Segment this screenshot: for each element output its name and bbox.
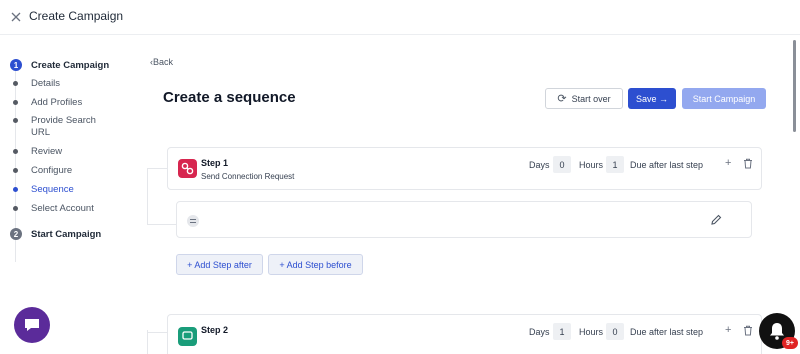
- substep-dot: [13, 118, 18, 123]
- hours-input[interactable]: 0: [606, 323, 624, 340]
- substep-label: Add Profiles: [31, 97, 83, 108]
- due-label: Due after last step: [630, 160, 704, 170]
- substep-dot-active: [13, 187, 18, 192]
- substep-label: Review: [31, 146, 63, 157]
- save-button[interactable]: Save →: [628, 88, 676, 109]
- refresh-icon: ⟳: [557, 93, 567, 105]
- hours-input[interactable]: 1: [606, 156, 624, 173]
- hours-label: Hours: [579, 160, 604, 170]
- link-icon: [178, 159, 197, 178]
- step-action: Send Connection Request: [201, 172, 295, 181]
- substep-label: Sequence: [31, 184, 74, 195]
- message-icon: [178, 327, 197, 346]
- trash-icon[interactable]: [743, 325, 753, 336]
- step-label: Create Campaign: [31, 59, 110, 71]
- step-number-badge: 2: [10, 228, 22, 240]
- pencil-icon[interactable]: [709, 213, 723, 227]
- back-link[interactable]: ‹Back: [150, 57, 173, 67]
- add-step-after-button[interactable]: + Add Step after: [176, 254, 263, 275]
- message-template-card[interactable]: [176, 201, 752, 238]
- substep-label: Configure: [31, 165, 73, 176]
- substep-select-account[interactable]: Select Account: [13, 203, 131, 215]
- substep-details[interactable]: Details: [13, 78, 131, 90]
- substep-add-profiles[interactable]: Add Profiles: [13, 97, 131, 109]
- window-title: Create Campaign: [29, 9, 124, 23]
- connector-line: [147, 330, 148, 354]
- step-number-badge: 1: [10, 59, 22, 71]
- substep-dot: [13, 206, 18, 211]
- days-label: Days: [529, 327, 550, 337]
- substep-dot: [13, 100, 18, 105]
- step-name: Step 1: [201, 158, 229, 168]
- equals-icon: [187, 215, 199, 227]
- substep-provide-search-url[interactable]: Provide Search URL: [13, 115, 109, 139]
- scrollbar-thumb[interactable]: [793, 40, 796, 132]
- start-campaign-button[interactable]: Start Campaign: [682, 88, 766, 109]
- substep-dot: [13, 149, 18, 154]
- back-label: Back: [153, 57, 174, 67]
- due-label: Due after last step: [630, 327, 704, 337]
- connector-line: [147, 332, 167, 333]
- start-over-label: Start over: [571, 93, 611, 104]
- add-icon[interactable]: +: [725, 324, 731, 336]
- step-name: Step 2: [201, 325, 229, 335]
- trash-icon[interactable]: [743, 158, 753, 169]
- days-input[interactable]: 1: [553, 323, 571, 340]
- step-label: Start Campaign: [31, 228, 102, 240]
- stepper-step-create-campaign[interactable]: 1 Create Campaign: [10, 59, 109, 71]
- top-bar: Create Campaign: [0, 0, 800, 35]
- days-input[interactable]: 0: [553, 156, 571, 173]
- chat-icon: [25, 319, 39, 331]
- substep-label: Provide Search URL: [31, 115, 96, 138]
- substep-dot: [13, 81, 18, 86]
- stepper-step-start-campaign[interactable]: 2 Start Campaign: [10, 228, 101, 240]
- substep-sequence[interactable]: Sequence: [13, 184, 131, 196]
- notification-count-badge: 9+: [782, 337, 798, 349]
- connector-line: [147, 168, 148, 224]
- start-over-button[interactable]: ⟳ Start over: [545, 88, 623, 109]
- add-step-before-button[interactable]: + Add Step before: [268, 254, 363, 275]
- page-title: Create a sequence: [163, 89, 296, 106]
- substep-label: Select Account: [31, 203, 94, 214]
- substep-dot: [13, 168, 18, 173]
- substep-review[interactable]: Review: [13, 146, 131, 158]
- sequence-step-card[interactable]: Step 1 Send Connection Request Days 0 Ho…: [167, 147, 762, 190]
- close-icon[interactable]: [8, 9, 24, 25]
- substep-configure[interactable]: Configure: [13, 165, 131, 177]
- days-label: Days: [529, 160, 550, 170]
- connector-line: [147, 224, 176, 225]
- chat-launcher-button[interactable]: [14, 307, 50, 343]
- add-icon[interactable]: +: [725, 157, 731, 169]
- sequence-step-card[interactable]: Step 2 Days 1 Hours 0 Due after last ste…: [167, 314, 762, 354]
- substep-label: Details: [31, 78, 61, 89]
- connector-line: [147, 168, 167, 169]
- hours-label: Hours: [579, 327, 604, 337]
